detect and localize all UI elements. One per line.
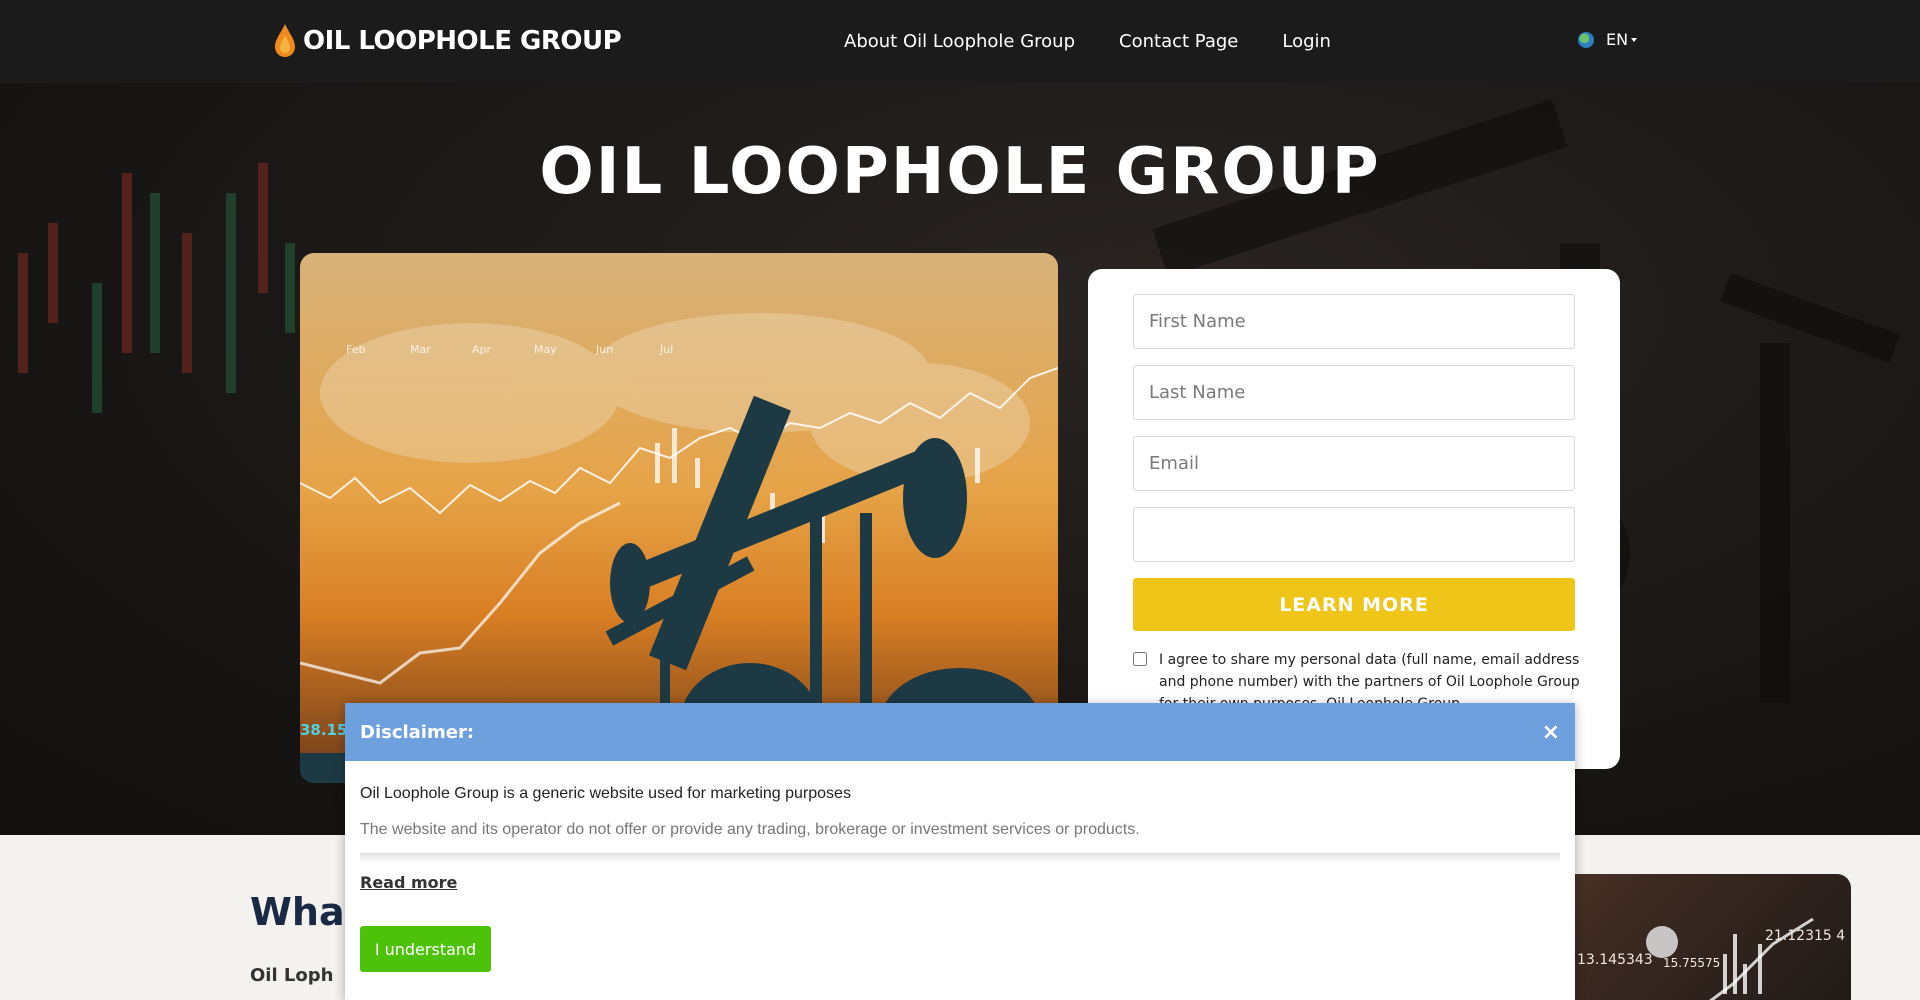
close-icon[interactable]: ×	[1542, 720, 1560, 745]
read-more-link[interactable]: Read more	[360, 873, 457, 892]
image-month-label: Jun	[595, 343, 613, 356]
logo[interactable]: OIL LOOPHOLE GROUP	[273, 22, 622, 60]
globe-icon	[1578, 31, 1594, 48]
image-month-label: Jul	[659, 343, 673, 356]
i-understand-button[interactable]: I understand	[360, 926, 491, 972]
disclaimer-text-secondary: The website and its operator do not offe…	[360, 821, 1140, 838]
disclaimer-header: Disclaimer: ×	[345, 703, 1575, 761]
image-value-label: 13.145343	[1577, 952, 1653, 968]
first-name-field[interactable]	[1133, 294, 1575, 349]
last-name-field[interactable]	[1133, 365, 1575, 420]
disclaimer-text-fade	[360, 853, 1560, 863]
image-month-label: May	[534, 343, 557, 356]
image-month-label: Feb	[346, 343, 365, 356]
nav-link-login[interactable]: Login	[1282, 31, 1331, 52]
disclaimer-text-primary: Oil Loophole Group is a generic website …	[360, 785, 851, 802]
hero-title: OIL LOOPHOLE GROUP	[539, 135, 1381, 209]
caret-down-icon	[1631, 37, 1638, 42]
language-code: EN	[1606, 30, 1629, 49]
nav-link-about[interactable]: About Oil Loophole Group	[844, 31, 1075, 52]
oil-drop-icon	[275, 24, 295, 57]
learn-more-button[interactable]: LEARN MORE	[1133, 578, 1575, 631]
signup-form: LEARN MORE I agree to share my personal …	[1088, 269, 1620, 769]
disclaimer-modal: Disclaimer: × Oil Loophole Group is a ge…	[345, 703, 1575, 1000]
image-month-label: Apr	[472, 343, 492, 356]
consent-checkbox[interactable]	[1133, 652, 1147, 666]
disclaimer-title: Disclaimer:	[360, 721, 475, 743]
image-month-label: Mar	[410, 343, 431, 356]
logo-text: OIL LOOPHOLE GROUP	[303, 26, 622, 56]
phone-field[interactable]	[1133, 507, 1575, 562]
nav-link-contact[interactable]: Contact Page	[1119, 31, 1238, 52]
nav-links: About Oil Loophole Group Contact Page Lo…	[844, 0, 1375, 83]
language-selector[interactable]: EN	[1578, 30, 1638, 49]
image-value-label: 21.12315 4	[1765, 928, 1846, 944]
top-navbar: OIL LOOPHOLE GROUP About Oil Loophole Gr…	[0, 0, 1920, 83]
image-value-label: 15.75575	[1663, 956, 1721, 970]
email-field[interactable]	[1133, 436, 1575, 491]
